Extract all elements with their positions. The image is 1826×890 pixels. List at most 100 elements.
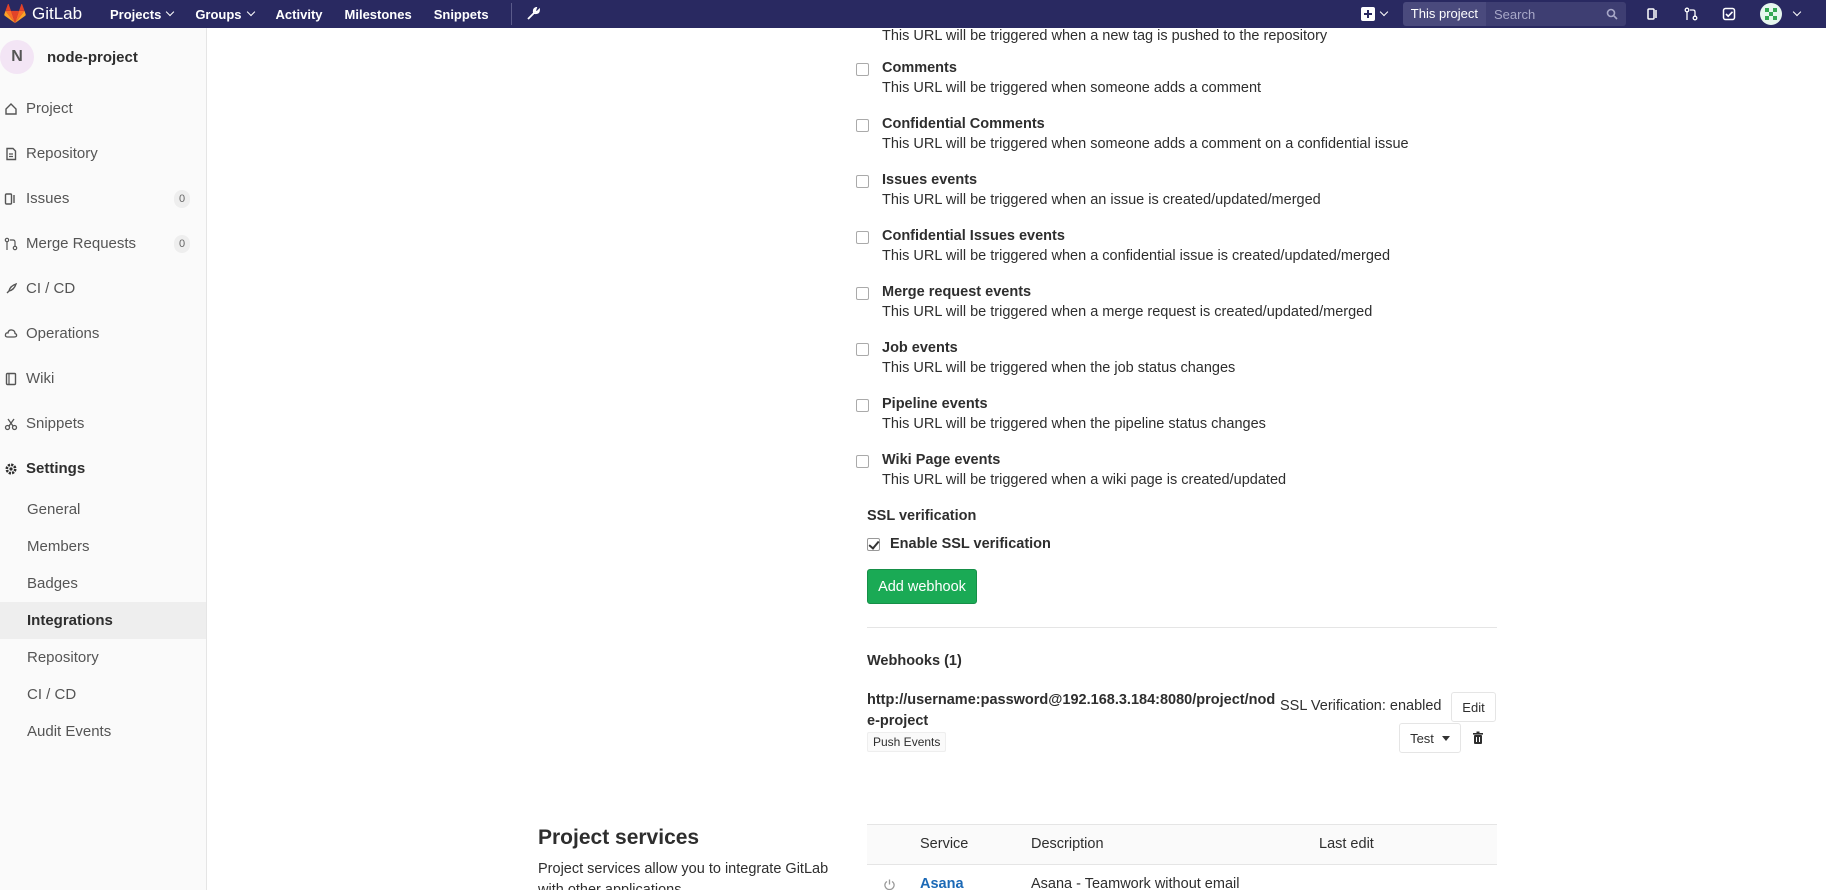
trigger-desc: This URL will be triggered when a confid…: [882, 248, 1391, 264]
edit-webhook-button[interactable]: Edit: [1451, 692, 1496, 722]
trigger-title: Wiki Page events: [882, 452, 1001, 468]
merge-request-icon[interactable]: [1684, 7, 1698, 21]
sidebar-item-label: CI / CD: [26, 280, 76, 297]
new-dropdown-button[interactable]: [1360, 7, 1389, 21]
ssl-verification-checkbox[interactable]: [867, 537, 880, 551]
trigger-merge-request-events: Merge request events This URL will be tr…: [856, 284, 1373, 320]
sidebar-item-repository[interactable]: Repository: [0, 131, 206, 176]
test-button-label: Test: [1410, 730, 1434, 746]
project-name: node-project: [47, 48, 138, 66]
search-input[interactable]: Search: [1486, 2, 1626, 26]
doc-icon: [6, 147, 17, 160]
trigger-job-events: Job events This URL will be triggered wh…: [856, 340, 1235, 376]
sidebar-item-wiki[interactable]: Wiki: [0, 356, 206, 401]
issues-icon[interactable]: [1646, 7, 1660, 21]
trigger-desc: This URL will be triggered when a wiki p…: [882, 472, 1287, 488]
wrench-icon[interactable]: [526, 7, 540, 21]
ssl-verification-option[interactable]: Enable SSL verification: [867, 536, 1051, 552]
test-webhook-dropdown[interactable]: Test: [1399, 723, 1461, 753]
caret-down-icon: [1441, 735, 1450, 741]
sidebar-item-operations[interactable]: Operations: [0, 311, 206, 356]
table-row: Asana Asana - Teamwork without email: [867, 865, 1497, 890]
trash-icon[interactable]: [1471, 731, 1485, 745]
wiki-page-events-checkbox[interactable]: [856, 455, 869, 468]
service-description: Asana - Teamwork without email: [1031, 876, 1240, 890]
tag-push-event-desc: This URL will be triggered when a new ta…: [882, 28, 1328, 44]
sidebar-item-ci-cd[interactable]: CI / CD: [0, 266, 206, 311]
confidential-issues-events-checkbox[interactable]: [856, 231, 869, 244]
nav-milestones[interactable]: Milestones: [345, 7, 412, 22]
chevron-down-icon: [166, 7, 175, 17]
col-last-edit: Last edit: [1319, 836, 1374, 852]
trigger-desc: This URL will be triggered when an issue…: [882, 192, 1321, 208]
project-services-desc: Project services allow you to integrate …: [538, 861, 829, 890]
job-events-checkbox[interactable]: [856, 343, 869, 356]
trigger-title: Comments: [882, 60, 957, 76]
issues-events-checkbox[interactable]: [856, 175, 869, 188]
sidebar-item-label: Project: [26, 100, 73, 117]
sidebar: N node-project Project Repository Issues…: [0, 28, 207, 890]
issues-count-badge: 0: [174, 190, 190, 208]
settings-sub-repository[interactable]: Repository: [0, 639, 206, 676]
settings-sub-integrations[interactable]: Integrations: [0, 602, 206, 639]
chevron-down-icon: [246, 7, 255, 17]
ssl-checkbox-label: Enable SSL verification: [890, 536, 1051, 552]
col-description: Description: [1031, 836, 1104, 852]
sidebar-item-settings[interactable]: Settings: [0, 446, 206, 491]
cloud-icon: [4, 328, 18, 338]
sidebar-item-merge-requests[interactable]: Merge Requests 0: [0, 221, 206, 266]
pipeline-events-checkbox[interactable]: [856, 399, 869, 412]
plus-icon: [1360, 7, 1375, 21]
settings-sub-members[interactable]: Members: [0, 528, 206, 565]
gitlab-home-link[interactable]: GitLab: [0, 4, 110, 24]
trigger-confidential-comments: Confidential Comments This URL will be t…: [856, 116, 1409, 152]
trigger-issues-events: Issues events This URL will be triggered…: [856, 172, 1321, 208]
brand-name: GitLab: [32, 4, 83, 23]
project-avatar: N: [0, 40, 34, 74]
trigger-desc: This URL will be triggered when someone …: [882, 80, 1262, 96]
nav-projects[interactable]: Projects: [110, 7, 175, 22]
service-link-asana[interactable]: Asana: [920, 876, 964, 890]
trigger-title: Pipeline events: [882, 396, 988, 412]
services-table: Service Description Last edit Asana Asan…: [867, 824, 1497, 890]
project-services-heading: Project services: [538, 826, 700, 849]
webhook-event-tag: Push Events: [867, 732, 947, 752]
col-service: Service: [920, 836, 969, 852]
sidebar-item-label: Merge Requests: [26, 235, 137, 252]
scissors-icon: [4, 418, 18, 430]
todo-icon[interactable]: [1722, 7, 1736, 21]
sidebar-project-header[interactable]: N node-project: [0, 28, 206, 86]
sidebar-item-issues[interactable]: Issues 0: [0, 176, 206, 221]
trigger-desc: This URL will be triggered when someone …: [882, 136, 1409, 152]
nav-activity[interactable]: Activity: [276, 7, 323, 22]
search-scope-badge[interactable]: This project: [1402, 2, 1486, 26]
sidebar-item-label: Issues: [26, 190, 70, 207]
sidebar-item-label: Wiki: [26, 370, 55, 387]
trigger-title: Confidential Comments: [882, 116, 1045, 132]
nav-groups[interactable]: Groups: [195, 7, 255, 22]
sidebar-item-project[interactable]: Project: [0, 86, 206, 131]
nav-snippets[interactable]: Snippets: [434, 7, 489, 22]
sidebar-item-label: Repository: [26, 145, 98, 162]
user-avatar[interactable]: [1760, 3, 1782, 25]
merge-icon: [4, 237, 18, 250]
merge-request-events-checkbox[interactable]: [856, 287, 869, 300]
settings-sub-ci-cd[interactable]: CI / CD: [0, 676, 206, 713]
confidential-comments-checkbox[interactable]: [856, 119, 869, 132]
trigger-title: Issues events: [882, 172, 978, 188]
table-header: Service Description Last edit: [867, 825, 1497, 865]
comments-checkbox[interactable]: [856, 63, 869, 76]
chevron-down-icon[interactable]: [1792, 7, 1802, 17]
nav-divider: [510, 3, 512, 25]
settings-sub-audit-events[interactable]: Audit Events: [0, 713, 206, 750]
add-webhook-button[interactable]: Add webhook: [867, 569, 977, 604]
sidebar-item-snippets[interactable]: Snippets: [0, 401, 206, 446]
book-icon: [5, 372, 17, 385]
ssl-verification-heading: SSL verification: [867, 508, 977, 524]
rocket-icon: [6, 282, 18, 293]
webhook-ssl-status: SSL Verification: enabled: [1280, 698, 1442, 714]
trigger-desc: This URL will be triggered when a merge …: [882, 304, 1373, 320]
trigger-wiki-page-events: Wiki Page events This URL will be trigge…: [856, 452, 1287, 488]
settings-sub-badges[interactable]: Badges: [0, 565, 206, 602]
settings-sub-general[interactable]: General: [0, 491, 206, 528]
